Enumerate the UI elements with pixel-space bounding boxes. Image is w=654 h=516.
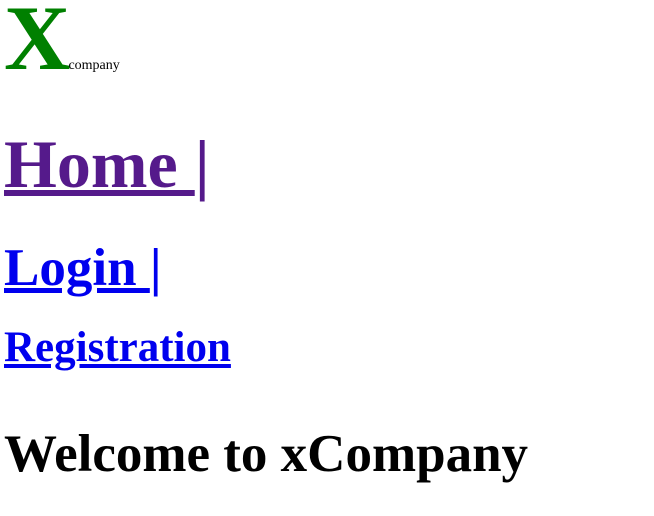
- nav-login-row: Login |: [4, 236, 161, 300]
- logo-letter: X: [4, 0, 71, 89]
- nav-separator: |: [149, 239, 162, 297]
- nav-separator: |: [194, 126, 210, 202]
- nav-registration-row: Registration: [4, 322, 231, 374]
- page: Xcompany Home | Login | Registration Wel…: [0, 0, 654, 516]
- company-logo: Xcompany: [4, 0, 120, 89]
- registration-link[interactable]: Registration: [4, 324, 231, 371]
- nav-home-row: Home |: [4, 124, 210, 204]
- login-link[interactable]: Login: [4, 239, 150, 297]
- page-title: Welcome to xCompany: [4, 425, 529, 483]
- home-link[interactable]: Home: [4, 126, 195, 202]
- logo-subtext: company: [68, 58, 120, 73]
